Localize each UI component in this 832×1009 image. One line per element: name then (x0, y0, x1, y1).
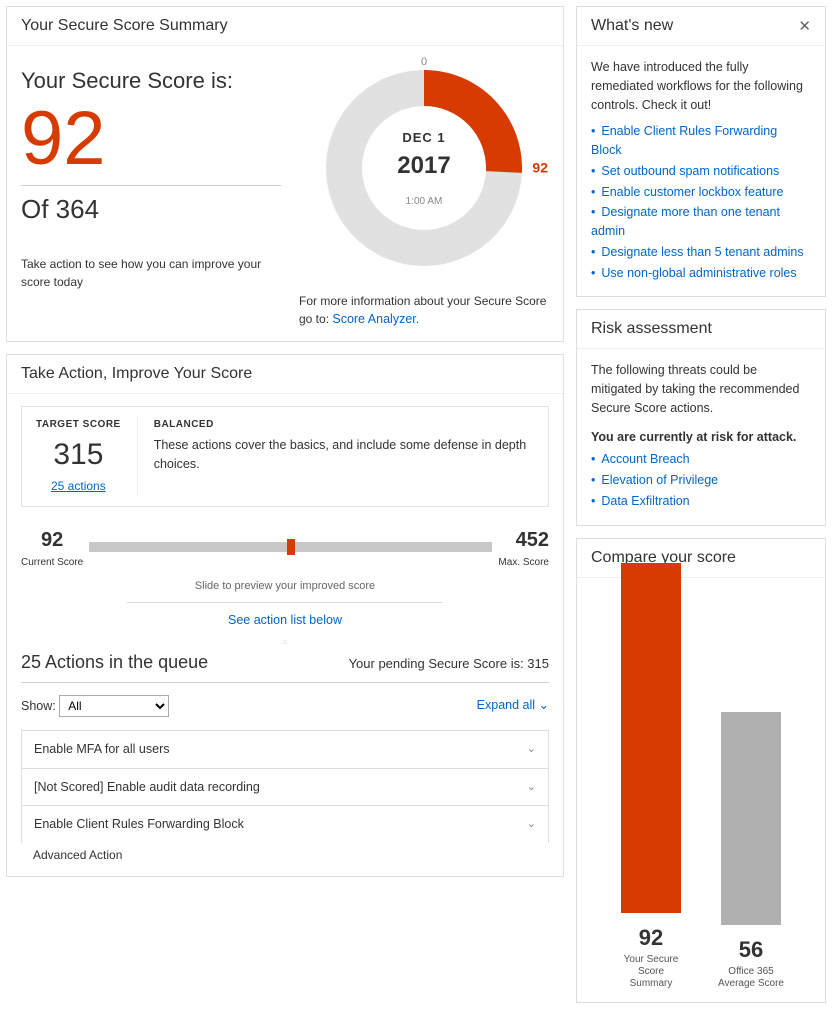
chevron-down-icon: ⌄ (527, 741, 536, 758)
compare-bar-average (721, 712, 781, 925)
score-summary-panel: Your Secure Score Summary Your Secure Sc… (6, 6, 564, 342)
slider-current-label: Current Score (21, 555, 83, 570)
slider-max-value: 452 (498, 525, 549, 555)
risk-warning: You are currently at risk for attack. (591, 428, 811, 447)
risk-link[interactable]: Elevation of Privilege (601, 473, 718, 487)
whats-new-link[interactable]: Enable Client Rules Forwarding Block (591, 124, 777, 157)
compare-panel: Compare your score 92 Your Secure Score … (576, 538, 826, 1003)
donut-time: 1:00 AM (397, 193, 450, 208)
score-value: 92 (21, 101, 281, 177)
queue-item[interactable]: Enable MFA for all users ⌄ (21, 730, 549, 769)
queue-title: 25 Actions in the queue (21, 649, 208, 676)
whats-new-link[interactable]: Use non-global administrative roles (601, 266, 796, 280)
compare-bar-value: 92 (639, 921, 663, 954)
more-info-text: For more information about your Secure S… (299, 292, 549, 329)
target-score-value: 315 (36, 432, 121, 477)
chevron-down-icon: ⌄ (539, 698, 549, 712)
compare-bar-your-score (621, 563, 681, 913)
slider-caption: Slide to preview your improved score (21, 578, 549, 595)
score-analyzer-link[interactable]: Score Analyzer. (332, 312, 419, 326)
slider-max-label: Max. Score (498, 555, 549, 570)
whats-new-intro: We have introduced the fully remediated … (591, 58, 811, 114)
take-action-header: Take Action, Improve Your Score (7, 355, 563, 394)
target-score-label: TARGET SCORE (36, 417, 121, 432)
risk-link[interactable]: Account Breach (601, 452, 689, 466)
show-filter-select[interactable]: All (59, 695, 169, 717)
score-slider[interactable] (89, 542, 492, 552)
compare-bar-chart: 92 Your Secure Score Summary 56 Office 3… (591, 590, 811, 990)
queue-item-subtext: Advanced Action (21, 843, 549, 864)
whats-new-panel: What's new ✕ We have introduced the full… (576, 6, 826, 297)
queue-item[interactable]: [Not Scored] Enable audit data recording… (21, 768, 549, 807)
queue-item[interactable]: Enable Client Rules Forwarding Block ⌄ (21, 805, 549, 843)
queue-item-label: Enable MFA for all users (34, 740, 169, 759)
score-title: Your Secure Score is: (21, 64, 281, 97)
donut-zero-label: 0 (421, 54, 427, 71)
donut-date: DEC 1 (397, 128, 450, 148)
score-max: Of 364 (21, 190, 281, 229)
compare-bar-value: 56 (739, 933, 763, 966)
score-summary-header: Your Secure Score Summary (7, 7, 563, 46)
expand-all-link[interactable]: Expand all ⌄ (477, 696, 549, 715)
risk-intro: The following threats could be mitigated… (591, 361, 811, 417)
compare-bar-label: Office 365 Average Score (716, 966, 786, 990)
whats-new-header: What's new (591, 17, 673, 35)
show-label: Show: (21, 699, 56, 713)
risk-link[interactable]: Data Exfiltration (601, 494, 689, 508)
target-score-box: TARGET SCORE 315 25 actions BALANCED The… (21, 406, 549, 507)
notch-icon: ▵ (21, 634, 549, 649)
slider-current-value: 92 (21, 525, 83, 555)
slider-thumb[interactable] (287, 539, 295, 555)
risk-header: Risk assessment (577, 310, 825, 349)
queue-item-label: [Not Scored] Enable audit data recording (34, 778, 260, 797)
queue-pending-score: Your pending Secure Score is: 315 (349, 654, 549, 674)
donut-year: 2017 (397, 147, 450, 183)
compare-header: Compare your score (577, 539, 825, 578)
risk-panel: Risk assessment The following threats co… (576, 309, 826, 525)
chevron-down-icon: ⌄ (527, 779, 536, 796)
take-action-panel: Take Action, Improve Your Score TARGET S… (6, 354, 564, 877)
actions-count-link[interactable]: 25 actions (51, 479, 106, 493)
compare-bar-label: Your Secure Score Summary (616, 954, 686, 990)
queue-item-label: Enable Client Rules Forwarding Block (34, 815, 244, 834)
whats-new-link[interactable]: Enable customer lockbox feature (601, 185, 783, 199)
balanced-description: These actions cover the basics, and incl… (154, 436, 534, 474)
close-icon[interactable]: ✕ (798, 17, 811, 35)
whats-new-link[interactable]: Designate less than 5 tenant admins (601, 245, 803, 259)
score-donut-chart: 0 DEC 1 2017 1:00 AM 92 (314, 58, 534, 278)
balanced-label: BALANCED (154, 417, 534, 432)
chevron-down-icon: ⌄ (527, 816, 536, 833)
score-hint: Take action to see how you can improve y… (21, 255, 281, 291)
see-action-list-link[interactable]: See action list below (228, 613, 342, 627)
whats-new-link[interactable]: Designate more than one tenant admin (591, 205, 780, 238)
whats-new-link[interactable]: Set outbound spam notifications (601, 164, 779, 178)
donut-value-label: 92 (532, 158, 548, 179)
